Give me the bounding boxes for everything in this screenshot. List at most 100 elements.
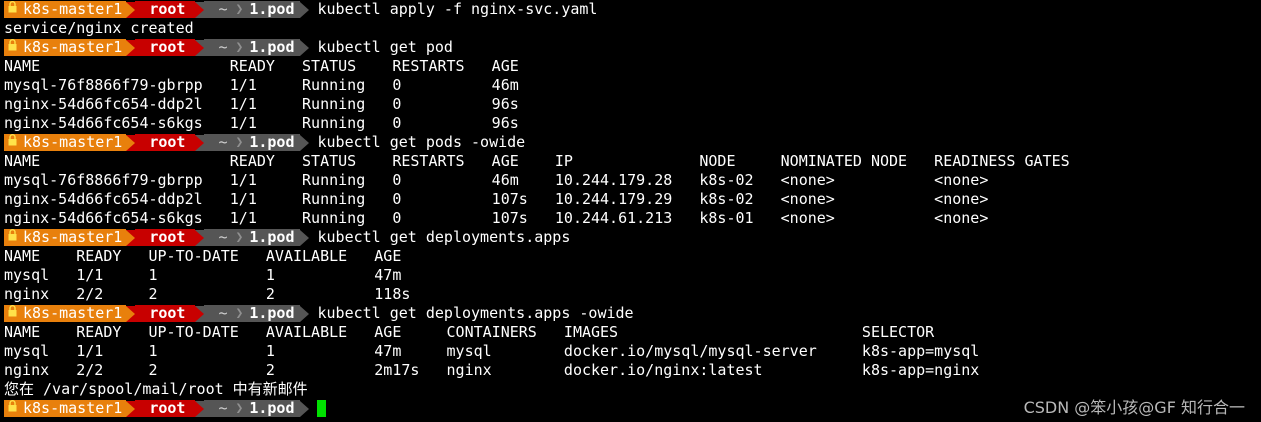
prompt-user: root: [135, 229, 196, 246]
command-text: kubectl get deployments.apps: [317, 228, 571, 246]
output-line: NAME READY STATUS RESTARTS AGE: [4, 57, 1261, 76]
prompt-line: k8s-master1 root ~ ❯ 1.pod kubectl get deploy…: [4, 228, 1261, 247]
prompt-host: k8s-master1: [23, 304, 123, 322]
lock-icon: [8, 305, 17, 322]
shell-prompt: k8s-master1 root ~ ❯ 1.pod: [4, 304, 310, 323]
prompt-home: ~: [204, 1, 234, 18]
prompt-directory: 1.pod: [245, 229, 301, 246]
output-line: nginx-54d66fc654-s6kgs 1/1 Running 0 107…: [4, 209, 1261, 228]
command-text: kubectl get pod: [317, 38, 453, 56]
prompt-host: k8s-master1: [23, 133, 123, 151]
powerline-separator: [300, 229, 310, 246]
output-line: nginx-54d66fc654-s6kgs 1/1 Running 0 96s: [4, 114, 1261, 133]
powerline-separator: [195, 39, 205, 56]
output-text: mysql 1/1 1 1 47m mysql docker.io/mysql/…: [4, 342, 980, 360]
output-text: mysql-76f8866f79-gbrpp 1/1 Running 0 46m: [4, 76, 519, 94]
prompt-home: ~: [204, 134, 234, 151]
powerline-separator: [195, 400, 205, 417]
prompt-host-segment: k8s-master1: [4, 399, 127, 417]
output-line: NAME READY STATUS RESTARTS AGE IP NODE N…: [4, 152, 1261, 171]
prompt-line: k8s-master1 root ~ ❯ 1.pod kubectl get deploy…: [4, 304, 1261, 323]
chevron-right-icon: ❯: [233, 39, 246, 56]
prompt-user: root: [135, 1, 196, 18]
shell-prompt: k8s-master1 root ~ ❯ 1.pod: [4, 0, 310, 19]
prompt-directory: 1.pod: [245, 134, 301, 151]
shell-prompt: k8s-master1 root ~ ❯ 1.pod: [4, 228, 310, 247]
prompt-host-segment: k8s-master1: [4, 38, 127, 56]
prompt-line: k8s-master1 root ~ ❯ 1.pod kubectl apply -f n…: [4, 0, 1261, 19]
prompt-user: root: [135, 305, 196, 322]
output-text: nginx 2/2 2 2 2m17s nginx docker.io/ngin…: [4, 361, 980, 379]
shell-prompt: k8s-master1 root ~ ❯ 1.pod: [4, 38, 310, 57]
prompt-home: ~: [204, 39, 234, 56]
prompt-directory: 1.pod: [245, 39, 301, 56]
output-text: NAME READY STATUS RESTARTS AGE IP NODE N…: [4, 152, 1070, 170]
powerline-separator: [300, 39, 310, 56]
prompt-directory: 1.pod: [245, 1, 301, 18]
output-line: mysql-76f8866f79-gbrpp 1/1 Running 0 46m: [4, 76, 1261, 95]
output-line: service/nginx created: [4, 19, 1261, 38]
prompt-host: k8s-master1: [23, 38, 123, 56]
prompt-host: k8s-master1: [23, 399, 123, 417]
output-text: nginx 2/2 2 2 118s: [4, 285, 411, 303]
powerline-separator: [195, 305, 205, 322]
chevron-right-icon: ❯: [233, 400, 246, 417]
powerline-separator: [126, 229, 136, 246]
command-text: kubectl get deployments.apps -owide: [317, 304, 634, 322]
powerline-separator: [195, 134, 205, 151]
prompt-host-segment: k8s-master1: [4, 228, 127, 246]
output-text: nginx-54d66fc654-ddp2l 1/1 Running 0 96s: [4, 95, 519, 113]
watermark: CSDN @笨小孩@GF 知行合一: [1023, 398, 1245, 417]
prompt-host: k8s-master1: [23, 0, 123, 18]
powerline-separator: [126, 39, 136, 56]
output-text: nginx-54d66fc654-s6kgs 1/1 Running 0 96s: [4, 114, 519, 132]
prompt-user: root: [135, 134, 196, 151]
output-line: NAME READY UP-TO-DATE AVAILABLE AGE: [4, 247, 1261, 266]
prompt-host: k8s-master1: [23, 228, 123, 246]
output-text: NAME READY UP-TO-DATE AVAILABLE AGE: [4, 247, 402, 265]
powerline-separator: [126, 305, 136, 322]
prompt-host-segment: k8s-master1: [4, 304, 127, 322]
powerline-separator: [195, 1, 205, 18]
powerline-separator: [300, 305, 310, 322]
powerline-separator: [126, 400, 136, 417]
chevron-right-icon: ❯: [233, 1, 246, 18]
output-line: mysql 1/1 1 1 47m: [4, 266, 1261, 285]
output-line: nginx-54d66fc654-ddp2l 1/1 Running 0 96s: [4, 95, 1261, 114]
output-line: mysql 1/1 1 1 47m mysql docker.io/mysql/…: [4, 342, 1261, 361]
prompt-user: root: [135, 400, 196, 417]
output-text: nginx-54d66fc654-s6kgs 1/1 Running 0 107…: [4, 209, 989, 227]
prompt-home: ~: [204, 400, 234, 417]
text-cursor[interactable]: [317, 400, 327, 417]
powerline-separator: [195, 229, 205, 246]
output-text: 您在 /var/spool/mail/root 中有新邮件: [4, 380, 308, 398]
output-line: NAME READY UP-TO-DATE AVAILABLE AGE CONT…: [4, 323, 1261, 342]
lock-icon: [8, 400, 17, 417]
output-text: mysql 1/1 1 1 47m: [4, 266, 402, 284]
chevron-right-icon: ❯: [233, 134, 246, 151]
output-text: NAME READY UP-TO-DATE AVAILABLE AGE CONT…: [4, 323, 935, 341]
output-line: nginx-54d66fc654-ddp2l 1/1 Running 0 107…: [4, 190, 1261, 209]
powerline-separator: [126, 1, 136, 18]
lock-icon: [8, 1, 17, 18]
powerline-separator: [126, 134, 136, 151]
output-line: nginx 2/2 2 2 118s: [4, 285, 1261, 304]
prompt-host-segment: k8s-master1: [4, 133, 127, 151]
shell-prompt: k8s-master1 root ~ ❯ 1.pod: [4, 133, 310, 152]
command-text: kubectl apply -f nginx-svc.yaml: [317, 0, 598, 18]
powerline-separator: [300, 134, 310, 151]
chevron-right-icon: ❯: [233, 229, 246, 246]
prompt-host-segment: k8s-master1: [4, 0, 127, 18]
output-text: mysql-76f8866f79-gbrpp 1/1 Running 0 46m…: [4, 171, 989, 189]
lock-icon: [8, 39, 17, 56]
output-line: nginx 2/2 2 2 2m17s nginx docker.io/ngin…: [4, 361, 1261, 380]
terminal-output[interactable]: k8s-master1 root ~ ❯ 1.pod kubectl apply -f n…: [4, 0, 1261, 418]
shell-prompt: k8s-master1 root ~ ❯ 1.pod: [4, 399, 310, 418]
powerline-separator: [300, 400, 310, 417]
output-text: nginx-54d66fc654-ddp2l 1/1 Running 0 107…: [4, 190, 989, 208]
powerline-separator: [300, 1, 310, 18]
prompt-home: ~: [204, 229, 234, 246]
prompt-line: k8s-master1 root ~ ❯ 1.pod kubectl get pods -…: [4, 133, 1261, 152]
prompt-directory: 1.pod: [245, 305, 301, 322]
lock-icon: [8, 134, 17, 151]
